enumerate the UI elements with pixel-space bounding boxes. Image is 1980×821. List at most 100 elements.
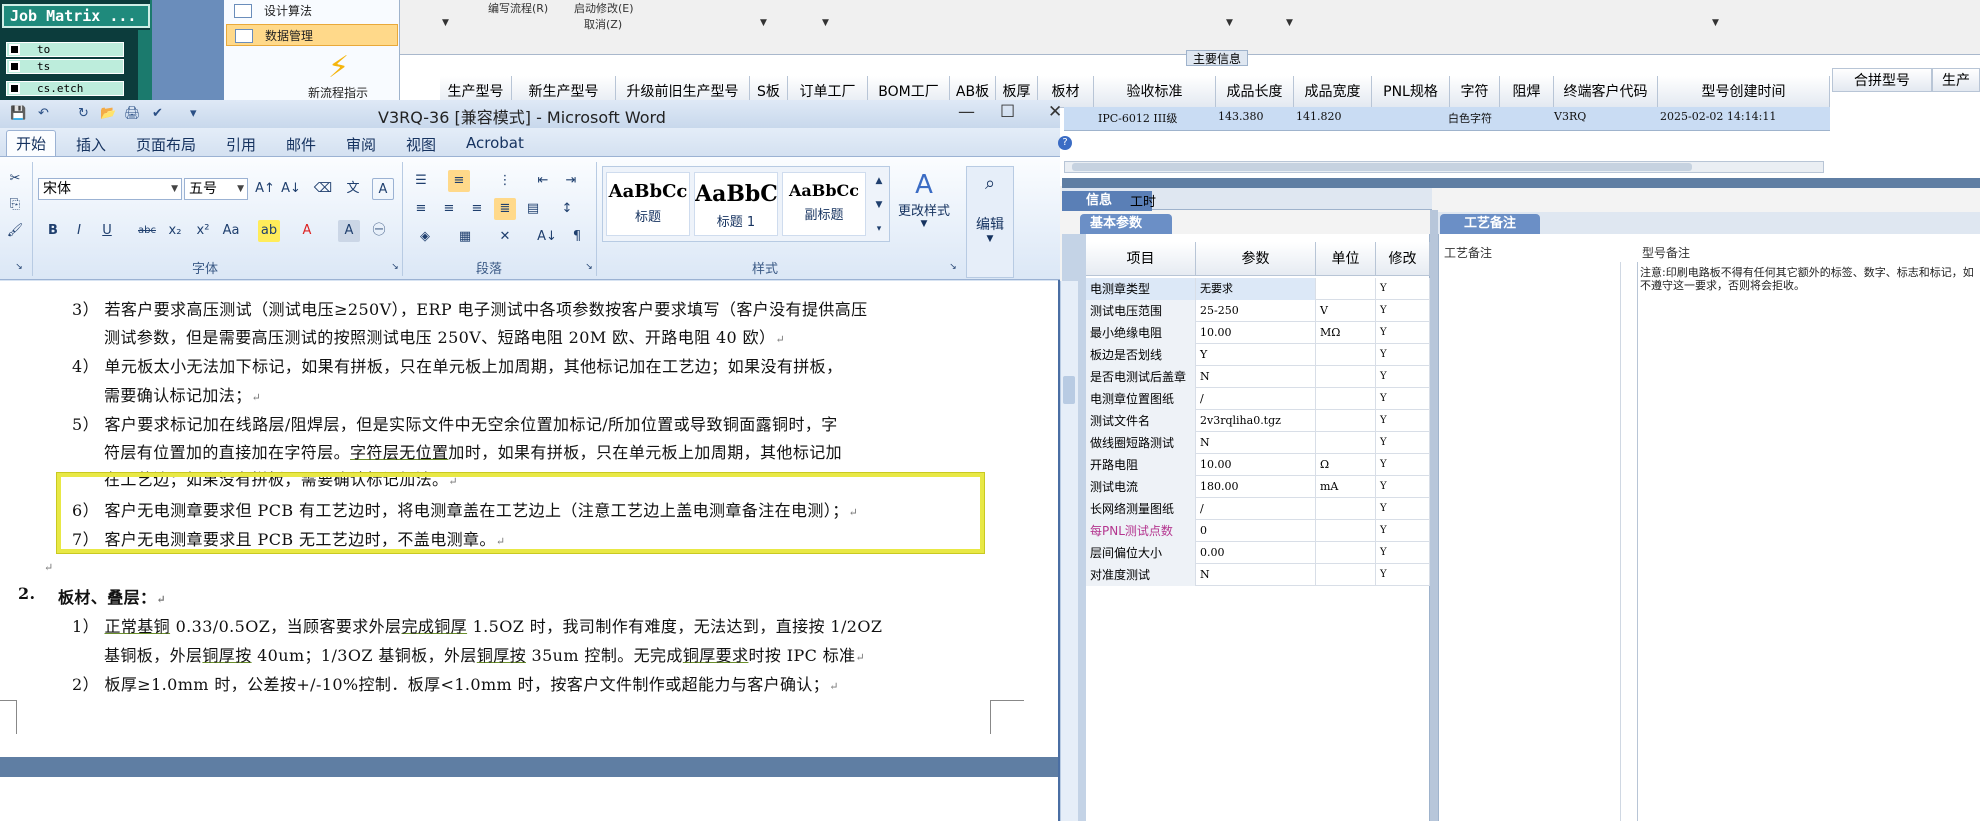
- doc-line[interactable]: 需要确认标记加法；↵: [104, 382, 261, 406]
- font-size-select[interactable]: 五号 ▼: [184, 178, 248, 200]
- change-case-icon[interactable]: Aa: [220, 220, 242, 242]
- clipboard-launcher-icon[interactable]: ↘: [8, 256, 30, 278]
- grid-header[interactable]: 成品长度: [1216, 76, 1294, 108]
- style-more-icon[interactable]: ▾: [868, 218, 890, 240]
- chevron-down-icon[interactable]: ▼: [1226, 18, 1233, 28]
- shading-icon[interactable]: ◈: [414, 226, 436, 248]
- params-header[interactable]: 单位: [1316, 242, 1376, 276]
- distributed-icon[interactable]: ▤: [522, 198, 544, 220]
- grid-header-extra[interactable]: 生产: [1932, 68, 1980, 92]
- param-row[interactable]: 电测章类型 无要求 Y: [1086, 278, 1430, 300]
- italic-icon[interactable]: I: [68, 220, 90, 242]
- doc-line[interactable]: 符层有位置加的直接加在字符层。字符层无位置加时，如果有拼板，只在单元板上加周期，…: [104, 439, 842, 463]
- param-value-cell[interactable]: /: [1196, 498, 1316, 520]
- doc-heading-number[interactable]: 2.: [18, 584, 36, 603]
- tab-process-remarks[interactable]: 工艺备注: [1440, 214, 1540, 234]
- redo-icon[interactable]: ↻: [78, 106, 89, 121]
- scrollbar-thumb[interactable]: [1063, 376, 1075, 404]
- grid-header[interactable]: PNL规格: [1372, 76, 1450, 108]
- font-name-select[interactable]: 宋体 ▼: [38, 178, 182, 200]
- param-value-cell[interactable]: 无要求: [1196, 278, 1316, 300]
- param-value-cell[interactable]: 180.00: [1196, 476, 1316, 498]
- chevron-down-icon[interactable]: ▼: [442, 18, 449, 28]
- grid-header[interactable]: 阻焊: [1500, 76, 1554, 108]
- param-value-cell[interactable]: 0: [1196, 520, 1316, 542]
- style-heading-1[interactable]: AaBbC 标题 1: [694, 172, 778, 236]
- chevron-down-icon[interactable]: ▼: [822, 18, 829, 28]
- pane-splitter[interactable]: [1430, 210, 1438, 821]
- save-icon[interactable]: 💾: [10, 106, 26, 121]
- show-marks-icon[interactable]: ¶: [566, 226, 588, 248]
- spellcheck-icon[interactable]: ✔: [152, 106, 163, 121]
- copy-icon[interactable]: ⎘: [4, 194, 26, 216]
- param-row[interactable]: 是否电测试后盖章 N Y: [1086, 366, 1430, 388]
- tab-references[interactable]: 引用: [226, 134, 256, 155]
- print-icon[interactable]: 🖨: [124, 106, 141, 121]
- param-row[interactable]: 板边是否划线 Y Y: [1086, 344, 1430, 366]
- tab-review[interactable]: 审阅: [346, 134, 376, 155]
- param-value-cell[interactable]: 0.00: [1196, 542, 1316, 564]
- chevron-down-icon[interactable]: ▼: [760, 18, 767, 28]
- document-next-page[interactable]: [0, 777, 1058, 821]
- minimize-icon[interactable]: —: [958, 102, 975, 122]
- empty-paragraph[interactable]: ↵: [44, 556, 54, 575]
- grid-header[interactable]: 成品宽度: [1294, 76, 1372, 108]
- params-header[interactable]: 修改: [1376, 242, 1430, 276]
- doc-line[interactable]: 5） 客户要求标记加在线路层/阻焊层，但是实际文件中无空余位置加标记/所加位置或…: [72, 411, 838, 435]
- checkbox-icon[interactable]: [9, 83, 20, 94]
- param-value-cell[interactable]: 2v3rqliha0.tgz: [1196, 410, 1316, 432]
- doc-line[interactable]: 基铜板，外层铜厚按 40um；1/3OZ 基铜板，外层铜厚按 35um 控制。无…: [104, 642, 865, 666]
- edit-button[interactable]: ⌕ 编辑 ▼: [966, 166, 1014, 278]
- menu-edit-flow[interactable]: 编写流程(R): [488, 0, 548, 16]
- doc-line[interactable]: 2） 板厚≥1.0mm 时，公差按+/-10%控制．板厚<1.0mm 时，按客户…: [72, 671, 839, 695]
- tab-view[interactable]: 视图: [406, 134, 436, 155]
- params-header[interactable]: 项目: [1086, 242, 1196, 276]
- param-row[interactable]: 对准度测试 N Y: [1086, 564, 1430, 586]
- param-value-cell[interactable]: N: [1196, 432, 1316, 454]
- undo-icon[interactable]: ↶: [38, 106, 49, 121]
- doc-heading[interactable]: 板材、叠层：↵: [58, 584, 166, 608]
- remarks-scrollbar[interactable]: [1620, 262, 1638, 821]
- param-row[interactable]: 最小绝缘电阻 10.00 MΩ Y: [1086, 322, 1430, 344]
- param-value-cell[interactable]: 10.00: [1196, 322, 1316, 344]
- align-left-icon[interactable]: ≡: [410, 198, 432, 220]
- param-row[interactable]: 测试电压范围 25-250 V Y: [1086, 300, 1430, 322]
- align-right-icon[interactable]: ≡: [466, 198, 488, 220]
- close-icon[interactable]: ✕: [1048, 102, 1062, 122]
- grid-header[interactable]: 终端客户代码: [1554, 76, 1658, 108]
- enclose-char-icon[interactable]: ㊀: [368, 220, 390, 242]
- param-value-cell[interactable]: Y: [1196, 344, 1316, 366]
- param-row[interactable]: 测试文件名 2v3rqliha0.tgz Y: [1086, 410, 1430, 432]
- param-value-cell[interactable]: 10.00: [1196, 454, 1316, 476]
- job-matrix-title[interactable]: Job Matrix ...: [2, 4, 150, 28]
- line-spacing-icon[interactable]: ↕: [556, 198, 578, 220]
- vertical-scrollbar[interactable]: [1060, 281, 1078, 821]
- strikethrough-icon[interactable]: abc: [136, 220, 158, 242]
- grid-header-merge[interactable]: 合拼型号: [1832, 68, 1932, 92]
- job-matrix-row[interactable]: to: [6, 42, 124, 57]
- multilevel-list-icon[interactable]: ⋮: [494, 170, 516, 192]
- tab-home[interactable]: 开始: [6, 130, 56, 158]
- char-shading-icon[interactable]: A: [338, 220, 360, 242]
- customize-qa-icon[interactable]: ▾: [190, 106, 197, 121]
- style-heading[interactable]: AaBbCc 标题: [606, 172, 690, 236]
- sort-icon[interactable]: A↓: [536, 226, 558, 248]
- doc-line[interactable]: 1） 正常基铜 0.33/0.5OZ，当顾客要求外层完成铜厚 1.5OZ 时，我…: [72, 613, 882, 637]
- nav-item-design-algorithm[interactable]: 设计算法: [226, 0, 398, 22]
- menu-cancel[interactable]: 取消(Z): [584, 16, 622, 32]
- char-border-icon[interactable]: A: [372, 178, 394, 200]
- lightning-icon[interactable]: ⚡: [328, 50, 349, 85]
- param-value-cell[interactable]: 25-250: [1196, 300, 1316, 322]
- superscript-icon[interactable]: x²: [192, 220, 214, 242]
- param-row[interactable]: 层间偏位大小 0.00 Y: [1086, 542, 1430, 564]
- bold-icon[interactable]: B: [42, 220, 64, 242]
- chevron-down-icon[interactable]: ▼: [1286, 18, 1293, 28]
- increase-indent-icon[interactable]: ⇥: [560, 170, 582, 192]
- align-center-icon[interactable]: ≡: [438, 198, 460, 220]
- scrollbar-thumb[interactable]: [1072, 163, 1692, 171]
- param-row[interactable]: 长网络测量图纸 / Y: [1086, 498, 1430, 520]
- param-value-cell[interactable]: N: [1196, 564, 1316, 586]
- decrease-indent-icon[interactable]: ⇤: [532, 170, 554, 192]
- open-icon[interactable]: 📂: [100, 106, 116, 121]
- checkbox-icon[interactable]: [9, 44, 20, 55]
